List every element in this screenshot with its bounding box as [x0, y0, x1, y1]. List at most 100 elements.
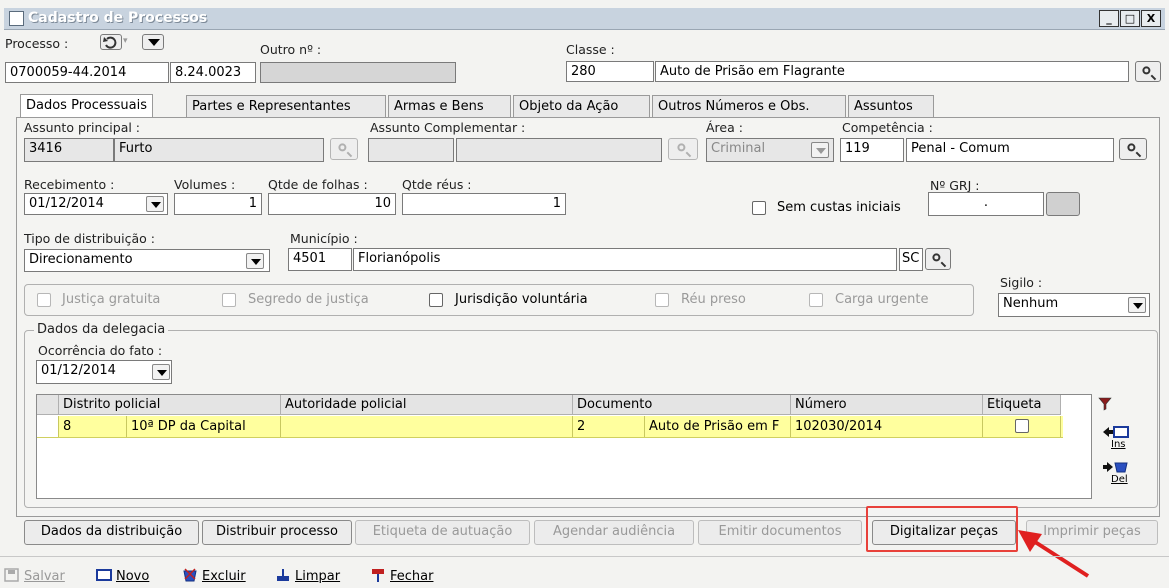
- municipio-name-field[interactable]: Florianópolis: [353, 248, 897, 271]
- jurisdicao-voluntaria-checkbox[interactable]: [429, 293, 443, 307]
- municipio-search-button[interactable]: [925, 248, 951, 270]
- assunto-search-button[interactable]: [330, 138, 358, 160]
- delete-row-button[interactable]: Del: [1101, 460, 1141, 490]
- recebimento-label: Recebimento :: [24, 177, 115, 192]
- folhas-label: Qtde de folhas :: [268, 177, 368, 192]
- salvar-button[interactable]: Salvar: [4, 568, 65, 584]
- limpar-button[interactable]: Limpar: [275, 568, 340, 584]
- column-header-etiqueta[interactable]: Etiqueta: [983, 395, 1061, 415]
- processo-number-field[interactable]: 0700059-44.2014: [5, 62, 169, 83]
- municipio-code-field[interactable]: 4501: [288, 248, 352, 271]
- cell-autoridade[interactable]: [281, 416, 573, 437]
- tab-armas-bens[interactable]: Armas e Bens: [388, 95, 511, 117]
- save-icon: [4, 568, 19, 582]
- tipo-distribuicao-select[interactable]: Direcionamento: [24, 249, 270, 272]
- highlight-box: [866, 506, 1018, 552]
- chevron-down-icon[interactable]: [246, 253, 264, 269]
- grj-button[interactable]: [1046, 192, 1080, 216]
- cell-distrito-name[interactable]: 10ª DP da Capital: [127, 416, 281, 437]
- filter-icon[interactable]: [1098, 397, 1112, 411]
- excluir-button[interactable]: Excluir: [182, 568, 246, 584]
- delegacia-grid: Distrito policial Autoridade policial Do…: [36, 394, 1092, 499]
- carga-urgente-checkbox[interactable]: [809, 293, 823, 307]
- etiqueta-checkbox[interactable]: [1015, 419, 1029, 433]
- tab-outros-numeros[interactable]: Outros Números e Obs.: [652, 95, 846, 117]
- etiqueta-autuacao-button[interactable]: Etiqueta de autuação: [355, 520, 530, 545]
- chevron-down-icon[interactable]: [811, 142, 829, 158]
- excluir-label: Excluir: [202, 569, 246, 584]
- assunto-comp-code-field: [368, 138, 454, 162]
- cell-numero[interactable]: 102030/2014: [791, 416, 983, 437]
- cell-documento-name[interactable]: Auto de Prisão em F: [645, 416, 791, 437]
- processo-dropdown-button[interactable]: [142, 34, 164, 50]
- carga-urgente-label: Carga urgente: [835, 292, 929, 307]
- agendar-audiencia-button[interactable]: Agendar audiência: [534, 520, 694, 545]
- competencia-name-field[interactable]: Penal - Comum: [906, 138, 1114, 162]
- assunto-comp-search-button[interactable]: [668, 138, 698, 160]
- insert-row-button[interactable]: Ins: [1101, 425, 1141, 455]
- undo-icon: [103, 36, 117, 49]
- uf-field[interactable]: SC: [899, 248, 923, 271]
- table-row[interactable]: 8 10ª DP da Capital 2 Auto de Prisão em …: [37, 416, 1063, 438]
- tab-dados-processuais[interactable]: Dados Processuais: [20, 94, 153, 118]
- column-header-distrito[interactable]: Distrito policial: [59, 395, 281, 415]
- maximize-button[interactable]: □: [1120, 10, 1140, 27]
- search-icon: [932, 253, 941, 262]
- reu-preso-checkbox[interactable]: [655, 293, 669, 307]
- close-button[interactable]: X: [1141, 10, 1161, 27]
- dados-distribuicao-button[interactable]: Dados da distribuição: [24, 520, 199, 545]
- sem-custas-checkbox[interactable]: [752, 201, 766, 215]
- salvar-label: Salvar: [24, 569, 65, 584]
- processo-label: Processo :: [5, 36, 69, 51]
- column-header-documento[interactable]: Documento: [573, 395, 791, 415]
- chevron-down-icon[interactable]: [1128, 297, 1146, 313]
- close-door-icon: [372, 569, 384, 582]
- classe-search-button[interactable]: [1135, 61, 1161, 82]
- distribuir-processo-button[interactable]: Distribuir processo: [202, 520, 352, 545]
- sigilo-value: Nenhum: [1003, 296, 1059, 311]
- competencia-code-field[interactable]: 119: [840, 138, 904, 162]
- date-dropdown-icon[interactable]: [146, 196, 164, 212]
- volumes-label: Volumes :: [174, 177, 236, 192]
- search-icon: [677, 143, 686, 152]
- volumes-field[interactable]: 1: [174, 193, 262, 215]
- grid-corner: [37, 395, 59, 415]
- segredo-justica-label: Segredo de justiça: [248, 292, 369, 307]
- area-label: Área :: [706, 120, 743, 135]
- tab-partes-representantes[interactable]: Partes e Representantes: [186, 95, 386, 117]
- classe-code-field[interactable]: 280: [566, 61, 654, 82]
- minimize-button[interactable]: _: [1099, 10, 1119, 27]
- cell-etiqueta: [983, 416, 1061, 437]
- novo-button[interactable]: Novo: [96, 568, 149, 584]
- insert-label: Ins: [1111, 439, 1126, 450]
- justica-gratuita-label: Justiça gratuita: [62, 292, 161, 307]
- cell-documento-code[interactable]: 2: [573, 416, 645, 437]
- classe-name-field[interactable]: Auto de Prisão em Flagrante: [655, 61, 1129, 82]
- reu-preso-label: Réu preso: [681, 292, 746, 307]
- title-bar: Cadastro de Processos _ □ X: [4, 8, 1165, 30]
- tab-assuntos[interactable]: Assuntos: [848, 95, 934, 117]
- tab-label: Assuntos: [854, 99, 913, 114]
- assunto-code-field[interactable]: 3416: [24, 138, 114, 162]
- grj-field[interactable]: .: [928, 192, 1044, 216]
- fechar-label: Fechar: [390, 569, 434, 584]
- segredo-justica-checkbox[interactable]: [222, 293, 236, 307]
- municipio-label: Município :: [290, 231, 358, 246]
- competencia-search-button[interactable]: [1119, 138, 1147, 160]
- tab-objeto-acao[interactable]: Objeto da Ação: [513, 95, 650, 117]
- reus-field[interactable]: 1: [402, 193, 566, 215]
- tab-label: Objeto da Ação: [519, 99, 619, 114]
- justica-gratuita-checkbox[interactable]: [37, 293, 51, 307]
- emitir-documentos-button[interactable]: Emitir documentos: [698, 520, 862, 545]
- delegacia-legend: Dados da delegacia: [34, 322, 169, 337]
- column-header-numero[interactable]: Número: [791, 395, 983, 415]
- assunto-name-field[interactable]: Furto: [114, 138, 324, 162]
- fechar-button[interactable]: Fechar: [370, 568, 433, 584]
- processo-origin-field[interactable]: 8.24.0023: [170, 62, 256, 83]
- column-header-autoridade[interactable]: Autoridade policial: [281, 395, 573, 415]
- history-dropdown-icon[interactable]: ▾: [123, 36, 133, 46]
- date-dropdown-icon[interactable]: [152, 364, 170, 380]
- folhas-field[interactable]: 10: [268, 193, 396, 215]
- cell-distrito-code[interactable]: 8: [59, 416, 127, 437]
- history-button[interactable]: [100, 34, 122, 50]
